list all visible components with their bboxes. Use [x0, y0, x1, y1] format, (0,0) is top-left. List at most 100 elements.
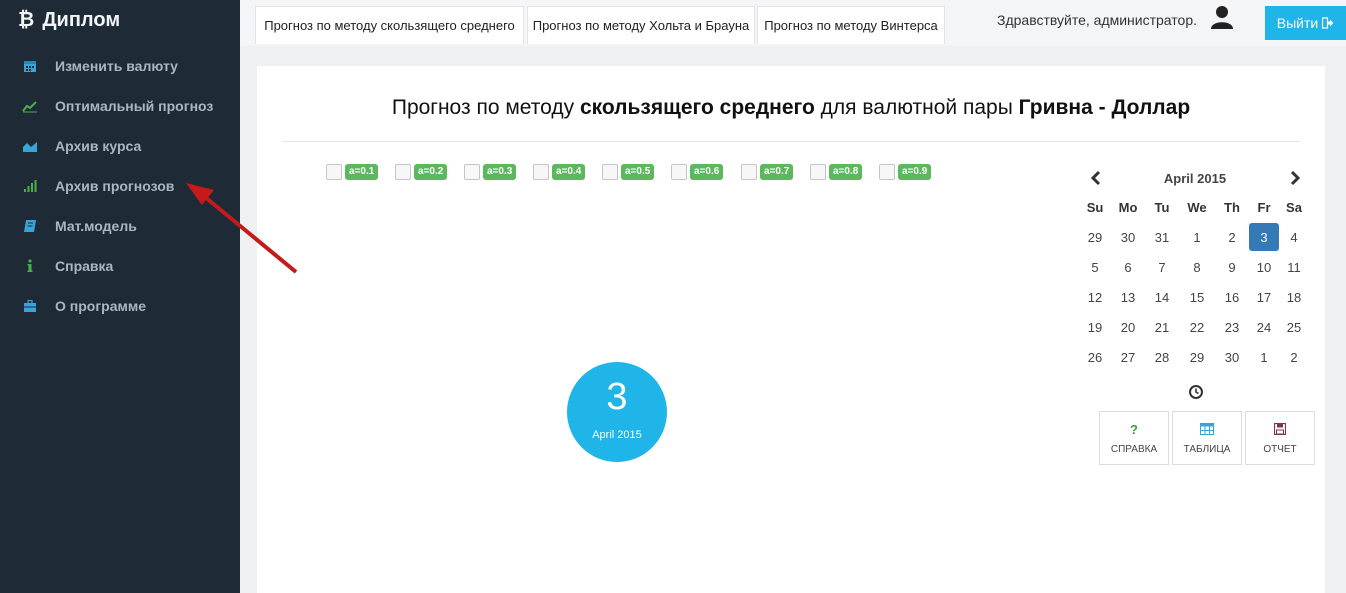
checkbox[interactable] — [671, 164, 687, 180]
tab-holt-brown[interactable]: Прогноз по методу Хольта и Брауна — [527, 6, 755, 44]
sidebar-item-label: Изменить валюту — [55, 58, 178, 74]
briefcase-icon — [22, 298, 38, 314]
calendar-day[interactable]: 15 — [1182, 283, 1212, 311]
weekday-header: We — [1187, 199, 1207, 215]
calendar-day[interactable]: 1 — [1182, 223, 1212, 251]
calendar-day[interactable]: 30 — [1217, 343, 1247, 371]
calendar-day[interactable]: 18 — [1279, 283, 1309, 311]
calendar-day[interactable]: 22 — [1182, 313, 1212, 341]
sidebar-item-help[interactable]: Справка — [0, 246, 240, 286]
calendar-day[interactable]: 5 — [1080, 253, 1110, 281]
sidebar-item-label: Мат.модель — [55, 218, 137, 234]
sidebar-item-change-currency[interactable]: Изменить валюту — [0, 46, 240, 86]
alpha-badge: a=0.2 — [414, 164, 448, 180]
weekday-header: Tu — [1154, 199, 1170, 215]
sidebar-item-rate-archive[interactable]: Архив курса — [0, 126, 240, 166]
calendar-day[interactable]: 17 — [1249, 283, 1279, 311]
page-title: Прогноз по методу скользящего среднего д… — [391, 96, 1191, 119]
clock-icon[interactable] — [1188, 384, 1204, 400]
report-action-button[interactable]: ОТЧЕТ — [1245, 411, 1315, 465]
alpha-option-0.3[interactable]: a=0.3 — [464, 164, 517, 180]
alpha-option-0.1[interactable]: a=0.1 — [326, 164, 379, 180]
alpha-badge: a=0.9 — [898, 164, 932, 180]
calendar-month-title[interactable]: April 2015 — [1125, 171, 1265, 186]
checkbox[interactable] — [602, 164, 618, 180]
action-label: ТАБЛИЦА — [1183, 444, 1231, 455]
table-action-button[interactable]: ТАБЛИЦА — [1172, 411, 1242, 465]
calendar-day[interactable]: 6 — [1113, 253, 1143, 281]
tab-moving-average[interactable]: Прогноз по методу скользящего среднего — [255, 6, 524, 44]
sidebar-item-math-model[interactable]: Мат.модель — [0, 206, 240, 246]
alpha-option-0.5[interactable]: a=0.5 — [602, 164, 655, 180]
weekday-header: Fr — [1257, 199, 1271, 215]
help-action-button[interactable]: ? СПРАВКА — [1099, 411, 1169, 465]
calendar-day[interactable]: 9 — [1217, 253, 1247, 281]
question-icon: ? — [1130, 421, 1138, 437]
calendar-day[interactable]: 21 — [1147, 313, 1177, 341]
chevron-left-icon — [1090, 170, 1101, 186]
calendar-day[interactable]: 26 — [1080, 343, 1110, 371]
sidebar-item-forecast-archive[interactable]: Архив прогнозов — [0, 166, 240, 206]
calendar-day[interactable]: 24 — [1249, 313, 1279, 341]
checkbox[interactable] — [395, 164, 411, 180]
divider — [282, 141, 1300, 142]
calendar-day[interactable]: 3 — [1249, 223, 1279, 251]
calendar-day[interactable]: 19 — [1080, 313, 1110, 341]
alpha-option-0.6[interactable]: a=0.6 — [671, 164, 724, 180]
selected-month-label: April 2015 — [592, 429, 642, 441]
weekday-header: Su — [1086, 199, 1104, 215]
sidebar-item-label: Справка — [55, 258, 114, 274]
next-month-button[interactable] — [1285, 168, 1305, 188]
calendar-day[interactable]: 27 — [1113, 343, 1143, 371]
alpha-option-0.9[interactable]: a=0.9 — [879, 164, 932, 180]
sidebar-item-label: Оптимальный прогноз — [55, 98, 214, 114]
calendar-day[interactable]: 30 — [1113, 223, 1143, 251]
tab-winters[interactable]: Прогноз по методу Винтерса — [757, 6, 945, 44]
calendar-day[interactable]: 20 — [1113, 313, 1143, 341]
checkbox[interactable] — [533, 164, 549, 180]
calendar-day[interactable]: 2 — [1279, 343, 1309, 371]
alpha-option-0.7[interactable]: a=0.7 — [741, 164, 794, 180]
sidebar-item-about[interactable]: О программе — [0, 286, 240, 326]
calendar-day[interactable]: 28 — [1147, 343, 1177, 371]
checkbox[interactable] — [326, 164, 342, 180]
calendar-day[interactable]: 1 — [1249, 343, 1279, 371]
sidebar-item-optimal-forecast[interactable]: Оптимальный прогноз — [0, 86, 240, 126]
selected-day-number: 3 — [606, 376, 628, 418]
brand[interactable]: ₿ Диплом — [18, 9, 120, 32]
checkbox[interactable] — [464, 164, 480, 180]
calendar-icon — [22, 58, 38, 74]
calendar-day[interactable]: 8 — [1182, 253, 1212, 281]
calendar-day[interactable]: 16 — [1217, 283, 1247, 311]
calendar-day[interactable]: 12 — [1080, 283, 1110, 311]
alpha-option-0.8[interactable]: a=0.8 — [810, 164, 863, 180]
checkbox[interactable] — [810, 164, 826, 180]
calendar-day[interactable]: 10 — [1249, 253, 1279, 281]
calendar-day[interactable]: 23 — [1217, 313, 1247, 341]
calendar-day[interactable]: 11 — [1279, 253, 1309, 281]
weekday-header: Sa — [1286, 199, 1302, 215]
sidebar-item-label: Архив прогнозов — [55, 178, 175, 194]
calendar-day[interactable]: 2 — [1217, 223, 1247, 251]
checkbox[interactable] — [879, 164, 895, 180]
calendar-day[interactable]: 25 — [1279, 313, 1309, 341]
calendar-day[interactable]: 7 — [1147, 253, 1177, 281]
alpha-option-0.2[interactable]: a=0.2 — [395, 164, 448, 180]
calendar-day[interactable]: 29 — [1080, 223, 1110, 251]
prev-month-button[interactable] — [1086, 168, 1106, 188]
line-chart-icon — [22, 98, 38, 114]
calendar-day[interactable]: 13 — [1113, 283, 1143, 311]
calendar-day[interactable]: 29 — [1182, 343, 1212, 371]
alpha-option-0.4[interactable]: a=0.4 — [533, 164, 586, 180]
user-icon[interactable] — [1210, 4, 1234, 30]
calendar-day[interactable]: 4 — [1279, 223, 1309, 251]
calendar-day[interactable]: 31 — [1147, 223, 1177, 251]
checkbox[interactable] — [741, 164, 757, 180]
area-chart-icon — [22, 138, 38, 154]
logout-button[interactable]: Выйти — [1265, 6, 1346, 40]
alpha-badge: a=0.8 — [829, 164, 863, 180]
calendar-day[interactable]: 14 — [1147, 283, 1177, 311]
table-icon — [1173, 422, 1241, 436]
alpha-badge: a=0.1 — [345, 164, 379, 180]
sidebar-item-label: О программе — [55, 298, 147, 314]
